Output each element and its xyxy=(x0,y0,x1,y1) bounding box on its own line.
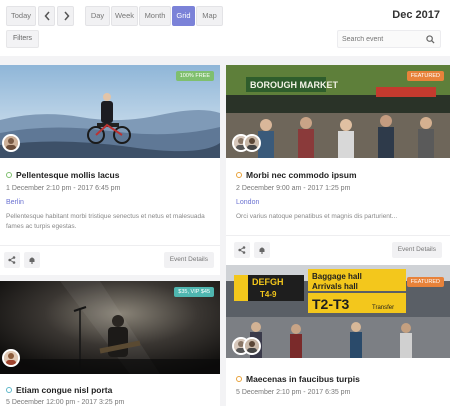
event-card[interactable]: DEFGH T4-9 Baggage hall Arrivals hall T2… xyxy=(226,265,450,406)
event-card[interactable]: BOROUGH MARKET FEATURED Morbi nec commod… xyxy=(226,65,450,275)
event-title-text[interactable]: Maecenas in faucibus turpis xyxy=(246,374,360,384)
view-month-button[interactable]: Month xyxy=(139,6,171,26)
chevron-right-icon xyxy=(64,11,70,21)
status-dot xyxy=(6,387,12,393)
event-date: 5 December 2:10 pm - 2017 6:35 pm xyxy=(236,389,351,396)
avatar[interactable] xyxy=(243,134,261,152)
terminal-sign: T4-9 xyxy=(260,290,277,299)
chevron-left-icon xyxy=(44,11,50,21)
event-details-button[interactable]: Event Details xyxy=(163,252,214,268)
price-badge: $35, VIP $45 xyxy=(174,287,214,297)
reminder-button[interactable] xyxy=(24,252,40,268)
event-location[interactable]: London xyxy=(236,199,259,206)
transfer-sign: Transfer xyxy=(372,305,394,311)
month-title: Dec 2017 xyxy=(392,9,440,21)
share-icon xyxy=(8,256,16,264)
share-button[interactable] xyxy=(4,252,20,268)
status-dot xyxy=(6,172,12,178)
arrivals-sign: Arrivals hall xyxy=(312,282,358,291)
event-title-text[interactable]: Morbi nec commodo ipsum xyxy=(246,170,357,180)
event-description: Pellentesque habitant morbi tristique se… xyxy=(6,213,205,230)
status-dot xyxy=(236,172,242,178)
event-date: 1 December 2:10 pm - 2017 6:45 pm xyxy=(6,185,121,192)
view-week-button[interactable]: Week xyxy=(111,6,138,26)
view-map-button[interactable]: Map xyxy=(196,6,223,26)
gate-sign: DEFGH xyxy=(252,277,284,287)
view-grid-button[interactable]: Grid xyxy=(172,6,195,26)
search-icon[interactable] xyxy=(426,35,435,44)
event-title[interactable]: Morbi nec commodo ipsum xyxy=(236,170,357,180)
view-day-button[interactable]: Day xyxy=(85,6,110,26)
prev-button[interactable] xyxy=(38,6,55,26)
avatar[interactable] xyxy=(243,337,261,355)
search-box xyxy=(337,30,441,48)
event-date: 5 December 12:00 pm - 2017 3:25 pm xyxy=(6,399,125,406)
event-title[interactable]: Maecenas in faucibus turpis xyxy=(236,374,360,384)
event-location[interactable]: Berlin xyxy=(6,199,24,206)
avatar[interactable] xyxy=(2,134,20,152)
featured-badge: FEATURED xyxy=(406,71,444,81)
event-title[interactable]: Etiam congue nisl porta xyxy=(6,385,112,395)
search-input[interactable] xyxy=(342,31,422,47)
card-actions: Event Details xyxy=(0,245,220,273)
today-button[interactable]: Today xyxy=(6,6,36,26)
filters-button[interactable]: Filters xyxy=(6,30,40,48)
price-badge: 100% FREE xyxy=(175,71,214,81)
event-title[interactable]: Pellentesque mollis lacus xyxy=(6,170,119,180)
next-button[interactable] xyxy=(57,6,74,26)
terminal-range-sign: T2-T3 xyxy=(312,296,350,312)
event-title-text[interactable]: Pellentesque mollis lacus xyxy=(16,170,119,180)
reminder-button[interactable] xyxy=(254,242,270,258)
event-date: 2 December 9:00 am - 2017 1:25 pm xyxy=(236,185,351,192)
share-button[interactable] xyxy=(234,242,250,258)
card-actions: Event Details xyxy=(226,235,450,263)
featured-badge: FEATURED xyxy=(406,277,444,287)
share-icon xyxy=(238,246,246,254)
event-card[interactable]: $35, VIP $45 Etiam congue nisl porta 5 D… xyxy=(0,281,220,406)
baggage-sign: Baggage hall xyxy=(312,272,362,281)
bell-icon xyxy=(259,247,265,254)
market-sign: BOROUGH MARKET xyxy=(250,80,338,90)
calendar-toolbar: Today Day Week Month Grid Map Dec 2017 F… xyxy=(0,0,450,56)
event-title-text[interactable]: Etiam congue nisl porta xyxy=(16,385,112,395)
status-dot xyxy=(236,376,242,382)
event-description: Orci varius natoque penatibus et magnis … xyxy=(236,213,398,220)
event-card[interactable]: 100% FREE Pellentesque mollis lacus 1 De… xyxy=(0,65,220,275)
bell-icon xyxy=(29,257,35,264)
avatar[interactable] xyxy=(2,349,20,367)
event-details-button[interactable]: Event Details xyxy=(391,242,442,258)
